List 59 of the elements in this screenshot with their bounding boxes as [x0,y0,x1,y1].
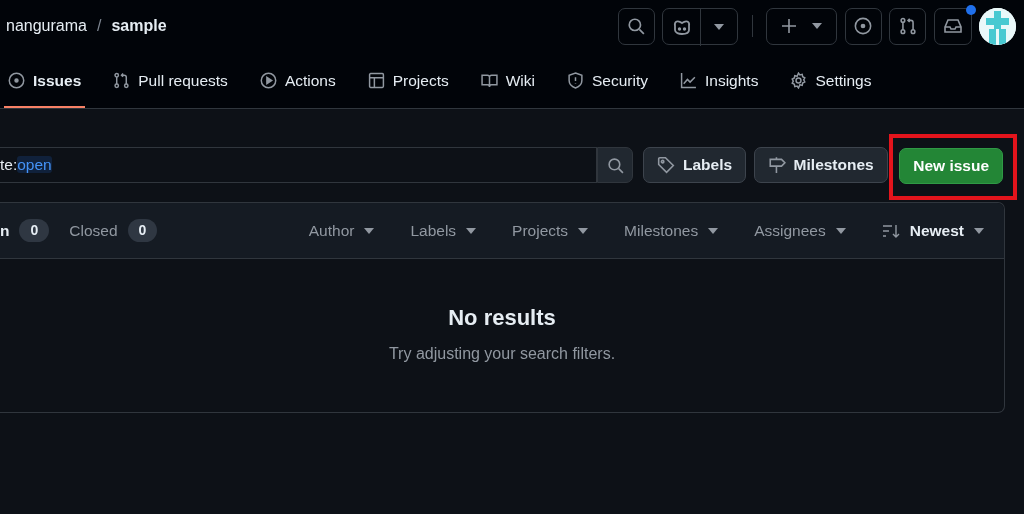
table-icon [367,71,385,89]
issue-icon [8,71,25,89]
inbox-icon [942,17,963,35]
caret-icon [578,227,589,234]
new-issue-button[interactable]: New issue [899,148,1004,184]
filter-dropdown[interactable]: Labels [410,218,477,243]
repo-tab[interactable]: Wiki [476,68,539,108]
state-filter-tab[interactable]: Closed 0 [69,218,158,243]
count-badge: 0 [127,219,158,242]
gear-icon [790,71,808,89]
graph-icon [680,71,697,89]
repo-tab[interactable]: Projects [363,68,453,108]
shield-icon [567,71,584,89]
caret-icon [714,24,724,30]
caret-icon [812,23,822,29]
empty-state-title: No results [447,304,557,332]
pull-request-icon [898,17,917,35]
repo-tab[interactable]: Actions [255,68,340,108]
caret-icon [708,227,719,234]
search-field[interactable]: te:open [0,147,597,183]
caret-icon [466,227,477,234]
search-query: te:open [0,155,52,176]
pull-request-icon [113,71,131,89]
avatar[interactable] [979,7,1016,45]
breadcrumb-separator: / [96,16,102,36]
empty-state-message: Try adjusting your search filters. [387,344,617,364]
caret-icon [364,227,375,234]
caret-icon [835,227,846,234]
repo-tab[interactable]: Pull requests [109,68,232,108]
play-icon [259,71,277,89]
issue-icon [854,17,872,35]
filter-dropdown[interactable]: Projects [512,218,589,243]
pull-requests-button[interactable] [889,7,926,45]
tag-icon [657,156,675,174]
issues-button[interactable] [844,7,882,45]
labels-button[interactable]: Labels [643,147,747,183]
repo-link[interactable]: sample [111,14,167,38]
search-icon [627,17,645,35]
search-button[interactable] [617,7,655,45]
plus-icon [781,18,797,34]
create-new-button[interactable] [766,7,837,45]
sort-dropdown[interactable]: Newest [881,218,984,243]
signpost-icon [767,156,786,174]
repo-tab[interactable]: Settings [786,68,876,108]
state-filter-tab[interactable]: n 0 [0,218,50,243]
repo-tab[interactable]: Issues [4,68,86,108]
count-badge: 0 [19,219,50,242]
filter-dropdown[interactable]: Assignees [754,218,846,243]
search-icon [606,156,624,174]
filter-dropdown[interactable]: Author [308,218,375,243]
book-icon [480,71,498,89]
repo-tab[interactable]: Insights [676,68,763,108]
caret-icon [974,227,984,234]
milestones-button[interactable]: Milestones [753,147,888,183]
search-button[interactable] [597,147,633,183]
repo-tab[interactable]: Security [563,68,652,108]
owner-link[interactable]: nangurama [6,14,87,38]
sort-icon [881,222,900,239]
filter-dropdown[interactable]: Milestones [624,218,719,243]
